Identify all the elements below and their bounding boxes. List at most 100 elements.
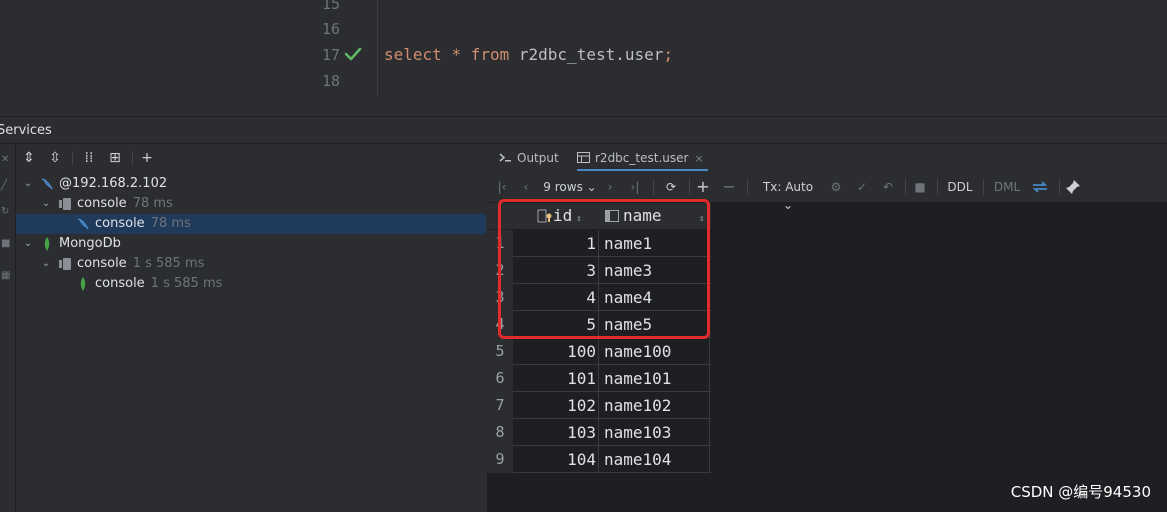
mongodb-icon — [80, 277, 86, 291]
cell-id[interactable]: 1 — [513, 230, 599, 257]
edit-icon[interactable]: ╱ — [1, 181, 11, 191]
sort-icon[interactable]: ⇕ — [576, 214, 581, 224]
table-row[interactable]: 1 1 name1 — [487, 230, 711, 257]
rollback-icon[interactable]: ↶ — [881, 178, 895, 196]
collapse-all-icon[interactable]: ⇳ — [46, 149, 64, 167]
pin-icon[interactable] — [1065, 178, 1081, 196]
table-row[interactable]: 3 4 name4 — [487, 284, 711, 311]
refresh-icon[interactable]: ↻ — [1, 207, 11, 217]
tree-item-mysql-host[interactable]: ⌄ @192.168.2.102 — [16, 174, 486, 194]
table-row[interactable]: 6 101 name101 — [487, 365, 711, 392]
tab-output[interactable]: Output — [499, 145, 559, 171]
duration-label: 1 s 585 ms — [132, 256, 205, 271]
cell-id[interactable]: 100 — [513, 338, 599, 365]
cell-name[interactable]: name4 — [600, 284, 710, 311]
chevron-down-icon[interactable]: ⌄ — [40, 254, 52, 274]
cell-name[interactable]: name100 — [600, 338, 710, 365]
tree-item-console-group[interactable]: ⌄ console 78 ms — [16, 194, 486, 214]
prev-page-icon[interactable]: ‹ — [519, 178, 533, 196]
services-tree-panel: ⇕ ⇳ ⁞⁞ ⊞ + ⌄ @192.168.2.102 ⌄ console 78 … — [16, 145, 486, 512]
column-header-id[interactable]: id ⇕ — [537, 203, 582, 229]
tree-item-label: console 1 s 585 ms — [77, 256, 205, 271]
first-page-icon[interactable]: |‹ — [495, 178, 509, 196]
row-number: 9 — [487, 446, 513, 473]
last-page-icon[interactable]: ›| — [627, 178, 643, 196]
add-icon[interactable]: + — [138, 149, 156, 167]
tree-item-label: MongoDb — [59, 236, 121, 251]
cell-name[interactable]: name103 — [600, 419, 710, 446]
table-row[interactable]: 8 103 name103 — [487, 419, 711, 446]
table-row[interactable]: 2 3 name3 — [487, 257, 711, 284]
cell-name[interactable]: name1 — [600, 230, 710, 257]
tx-mode-dropdown[interactable]: Tx: Auto ⌄ — [757, 178, 819, 212]
table-row[interactable]: 4 5 name5 — [487, 311, 711, 338]
table-row[interactable]: 9 104 name104 — [487, 446, 711, 473]
cell-id[interactable]: 5 — [513, 311, 599, 338]
line-number: 18 — [321, 72, 340, 90]
chevron-down-icon[interactable]: ⌄ — [22, 234, 34, 254]
keyword-from: from — [470, 45, 510, 64]
grid-toolbar: |‹ ‹ 9 rows ⌄ › ›| ⟳ + − Tx: Auto ⌄ ⚙ ✓ … — [487, 171, 1167, 212]
cell-id[interactable]: 3 — [513, 257, 599, 284]
services-toolbar: ⇕ ⇳ ⁞⁞ ⊞ + — [16, 145, 486, 173]
column-icon — [605, 210, 619, 222]
editor-gutter: 15 16 17 18 — [310, 0, 378, 96]
column-header-name[interactable]: name — [605, 203, 662, 229]
tx-settings-icon[interactable]: ⚙ — [829, 178, 843, 196]
editor-bottom-spacer — [310, 96, 1167, 116]
services-title: Services — [0, 123, 52, 138]
close-icon[interactable]: × — [694, 152, 703, 165]
cell-id[interactable]: 4 — [513, 284, 599, 311]
layout-icon[interactable]: ▦ — [1, 271, 11, 281]
mysql-icon — [77, 218, 89, 230]
tree-item-console[interactable]: console 1 s 585 ms — [16, 274, 486, 294]
expand-all-icon[interactable]: ⇕ — [20, 149, 38, 167]
cell-id[interactable]: 102 — [513, 392, 599, 419]
compare-icon[interactable] — [1031, 178, 1049, 196]
cell-name[interactable]: name101 — [600, 365, 710, 392]
results-panel: Output r2dbc_test.user × |‹ ‹ 9 rows ⌄ › … — [487, 145, 1167, 512]
cell-name[interactable]: name102 — [600, 392, 710, 419]
group-by-icon[interactable]: ⁞⁞ — [80, 149, 98, 167]
output-icon — [499, 153, 511, 162]
mysql-icon — [41, 178, 53, 190]
keyword-star: * — [451, 45, 462, 64]
delete-row-icon[interactable]: − — [721, 178, 737, 196]
cell-id[interactable]: 101 — [513, 365, 599, 392]
tree-item-console-group[interactable]: ⌄ console 1 s 585 ms — [16, 254, 486, 274]
cell-id[interactable]: 104 — [513, 446, 599, 473]
next-page-icon[interactable]: › — [603, 178, 617, 196]
table-row[interactable]: 5 100 name100 — [487, 338, 711, 365]
reload-icon[interactable]: ⟳ — [663, 178, 679, 196]
result-tabs: Output r2dbc_test.user × — [487, 145, 1167, 171]
cell-name[interactable]: name104 — [600, 446, 710, 473]
console-group-icon — [59, 198, 71, 210]
row-number: 3 — [487, 284, 513, 311]
ddl-button[interactable]: DDL — [945, 178, 975, 196]
chevron-down-icon[interactable]: ⌄ — [22, 174, 34, 194]
collapse-icon[interactable]: ✕ — [1, 155, 11, 165]
tree-item-console-selected[interactable]: console 78 ms — [16, 214, 486, 234]
sql-statement[interactable]: select * from r2dbc_test.user; — [384, 45, 673, 65]
add-service-icon[interactable]: ⊞ — [106, 149, 124, 167]
add-row-icon[interactable]: + — [695, 178, 711, 196]
tree-item-label: console 78 ms — [95, 216, 191, 231]
stop-icon[interactable]: ■ — [913, 178, 927, 196]
tab-r2dbc-test-user[interactable]: r2dbc_test.user × — [577, 145, 708, 171]
table-icon — [577, 152, 590, 163]
rows-count-dropdown[interactable]: 9 rows ⌄ — [543, 178, 597, 196]
sort-icon[interactable]: ⇕ — [695, 203, 704, 229]
cell-name[interactable]: name3 — [600, 257, 710, 284]
tree-item-mongodb[interactable]: ⌄ MongoDb — [16, 234, 486, 254]
row-number: 5 — [487, 338, 513, 365]
dml-button[interactable]: DML — [991, 178, 1023, 196]
services-tool-window-header: Services — [0, 116, 1167, 144]
stop-icon[interactable]: ■ — [1, 239, 11, 249]
chevron-down-icon[interactable]: ⌄ — [40, 194, 52, 214]
cell-name[interactable]: name5 — [600, 311, 710, 338]
keyword-select: select — [384, 45, 442, 64]
cell-id[interactable]: 103 — [513, 419, 599, 446]
code-editor[interactable]: select * from r2dbc_test.user; — [379, 0, 1167, 96]
commit-icon[interactable]: ✓ — [855, 178, 869, 196]
table-row[interactable]: 7 102 name102 — [487, 392, 711, 419]
